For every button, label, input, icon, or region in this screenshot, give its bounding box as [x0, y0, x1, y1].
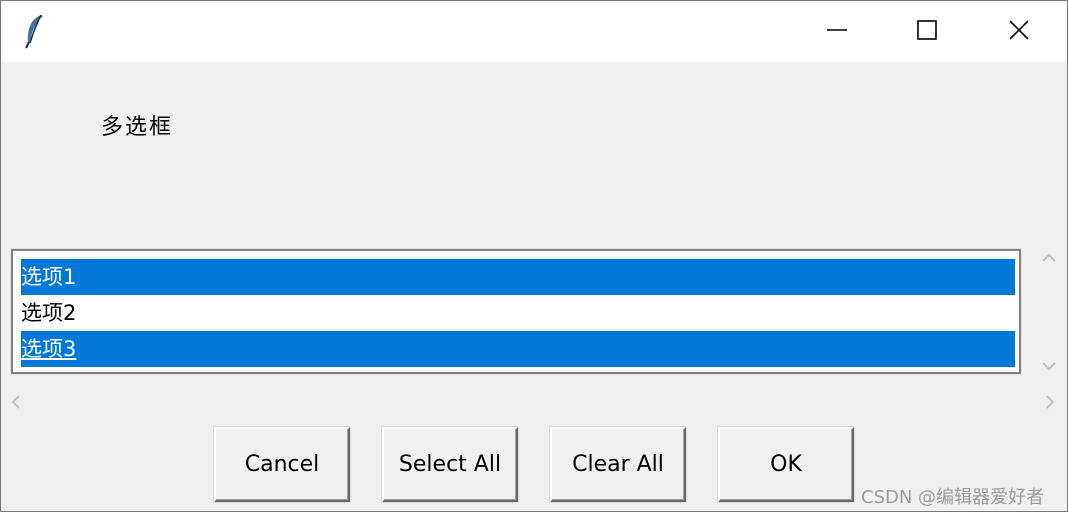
list-item-label: 选项1 — [21, 265, 77, 289]
feather-icon — [23, 13, 47, 49]
minimize-icon — [826, 19, 848, 45]
scroll-left-icon[interactable] — [9, 395, 23, 409]
prompt-label: 多选框 — [101, 115, 174, 140]
cancel-button[interactable]: Cancel — [214, 427, 350, 502]
dialog-window: 多选框 选项1 选项2 选项3 Cancel Select All Clear … — [0, 0, 1068, 512]
scroll-right-icon[interactable] — [1043, 395, 1057, 409]
watermark: CSDN @编辑器爱好者 — [861, 487, 1045, 508]
minimize-button[interactable] — [791, 1, 883, 62]
options-listbox[interactable]: 选项1 选项2 选项3 — [10, 248, 1022, 375]
select-all-button[interactable]: Select All — [382, 427, 518, 502]
list-item-option-2[interactable]: 选项2 — [21, 295, 1015, 331]
close-icon — [1008, 19, 1030, 45]
list-item-option-1[interactable]: 选项1 — [21, 259, 1015, 295]
maximize-icon — [916, 19, 938, 45]
list-item-label: 选项3 — [21, 337, 77, 361]
scroll-down-icon[interactable] — [1042, 359, 1056, 373]
title-bar[interactable] — [1, 1, 1067, 62]
scroll-up-icon[interactable] — [1042, 251, 1056, 265]
clear-all-button[interactable]: Clear All — [550, 427, 686, 502]
vertical-scrollbar[interactable] — [1032, 241, 1066, 383]
list-item-option-3[interactable]: 选项3 — [21, 331, 1015, 367]
ok-button[interactable]: OK — [718, 427, 854, 502]
close-button[interactable] — [973, 1, 1065, 62]
maximize-button[interactable] — [881, 1, 973, 62]
list-item-label: 选项2 — [21, 301, 77, 325]
horizontal-scrollbar[interactable] — [1, 386, 1067, 418]
